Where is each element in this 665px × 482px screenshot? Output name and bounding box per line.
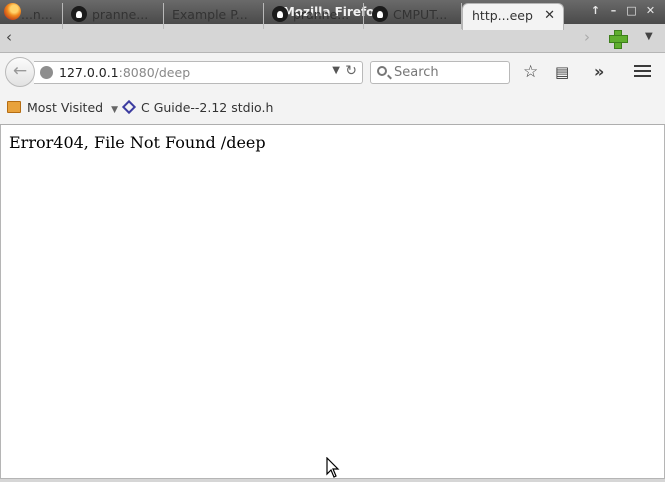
maximize-button[interactable]: □ [624, 3, 639, 19]
url-bar[interactable]: 127.0.0.1:8080/deep ▼ ↻ [34, 61, 363, 84]
navigation-toolbar: 127.0.0.1:8080/deep ▼ ↻ ← Search ☆ ▤ » [0, 53, 665, 91]
window-bottom-border [0, 478, 665, 482]
folder-icon [7, 101, 21, 113]
minimize-button[interactable]: – [606, 3, 621, 19]
search-input[interactable]: Search [370, 61, 510, 84]
search-placeholder: Search [394, 65, 439, 80]
menu-hamburger-icon[interactable] [634, 65, 651, 80]
bookmark-most-visited[interactable]: Most Visited ▼ [7, 100, 118, 115]
tab-label: ...n... [21, 7, 53, 22]
tab-label: pranne... [92, 7, 149, 22]
url-path: :8080/deep [118, 65, 191, 80]
tab-5[interactable]: CMPUT... [364, 3, 462, 29]
url-text[interactable]: 127.0.0.1:8080/deep [59, 65, 190, 80]
github-icon [372, 6, 388, 22]
tab-label: http...eep [472, 8, 533, 23]
new-tab-plus-icon[interactable] [609, 30, 628, 49]
back-button[interactable]: ← [5, 57, 35, 87]
search-icon [377, 66, 387, 76]
reading-list-icon[interactable]: ▤ [555, 62, 569, 82]
tab-label: pranne... [293, 7, 350, 22]
bookmark-c-guide[interactable]: C Guide--2.12 stdio.h [121, 99, 274, 115]
github-icon [272, 6, 288, 22]
github-icon [71, 6, 87, 22]
window-up-icon[interactable]: ↑ [588, 3, 603, 19]
bookmark-label: Most Visited [27, 100, 104, 115]
bookmark-diamond-icon [121, 99, 137, 115]
mouse-cursor-icon [326, 457, 340, 478]
tab-label: Example P... [172, 7, 248, 22]
bookmarks-toolbar: Most Visited ▼ C Guide--2.12 stdio.h [0, 91, 665, 125]
tab-2[interactable]: pranne... [63, 3, 164, 29]
bookmark-star-icon[interactable]: ☆ [523, 62, 538, 82]
list-all-tabs-icon[interactable]: ▼ [645, 31, 653, 42]
bookmark-label: C Guide--2.12 stdio.h [141, 100, 274, 115]
close-tab-icon[interactable]: ✕ [544, 4, 555, 28]
overflow-chevron-icon[interactable]: » [594, 62, 604, 82]
page-content: Error404, File Not Found /deep [0, 125, 665, 480]
close-window-button[interactable]: ✕ [643, 3, 658, 19]
url-history-dropdown-icon[interactable]: ▼ [332, 65, 340, 76]
tab-active[interactable]: http...eep ✕ [462, 3, 564, 30]
tab-scroll-right-icon[interactable]: › [584, 28, 590, 46]
tab-1[interactable]: ...n... [17, 3, 63, 29]
tab-4[interactable]: pranne... [264, 3, 364, 29]
chevron-down-icon: ▼ [111, 105, 118, 115]
error-message: Error404, File Not Found /deep [9, 133, 266, 152]
tab-3[interactable]: Example P... [164, 3, 264, 29]
url-host: 127.0.0.1 [59, 65, 119, 80]
globe-icon [40, 66, 53, 79]
tab-label: CMPUT... [393, 7, 448, 22]
tab-scroll-left-icon[interactable]: ‹ [6, 28, 12, 46]
back-arrow-icon: ← [12, 61, 28, 81]
reload-icon[interactable]: ↻ [345, 63, 357, 79]
